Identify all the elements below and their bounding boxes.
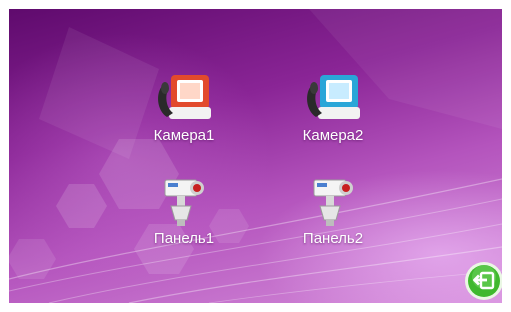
intercom-monitor-red-icon: [158, 75, 211, 119]
security-camera-icon: [164, 179, 204, 226]
menu-screen: Камера1 Камера2 Панель1 Панель2: [9, 9, 502, 303]
camera1-label: Камера1: [153, 127, 215, 144]
back-button[interactable]: [464, 261, 502, 301]
device-frame: Камера1 Камера2 Панель1 Панель2: [0, 0, 511, 312]
panel2-label: Панель2: [302, 230, 364, 247]
camera2-label: Камера2: [302, 127, 364, 144]
panel1-label: Панель1: [153, 230, 215, 247]
intercom-monitor-blue-icon: [307, 75, 360, 119]
panel1-tile[interactable]: Панель1: [124, 174, 244, 248]
camera2-tile[interactable]: Камера2: [273, 71, 393, 145]
camera1-tile[interactable]: Камера1: [124, 71, 244, 145]
background-decoration: [9, 9, 502, 303]
security-camera-icon: [313, 179, 353, 226]
panel2-tile[interactable]: Панель2: [273, 174, 393, 248]
